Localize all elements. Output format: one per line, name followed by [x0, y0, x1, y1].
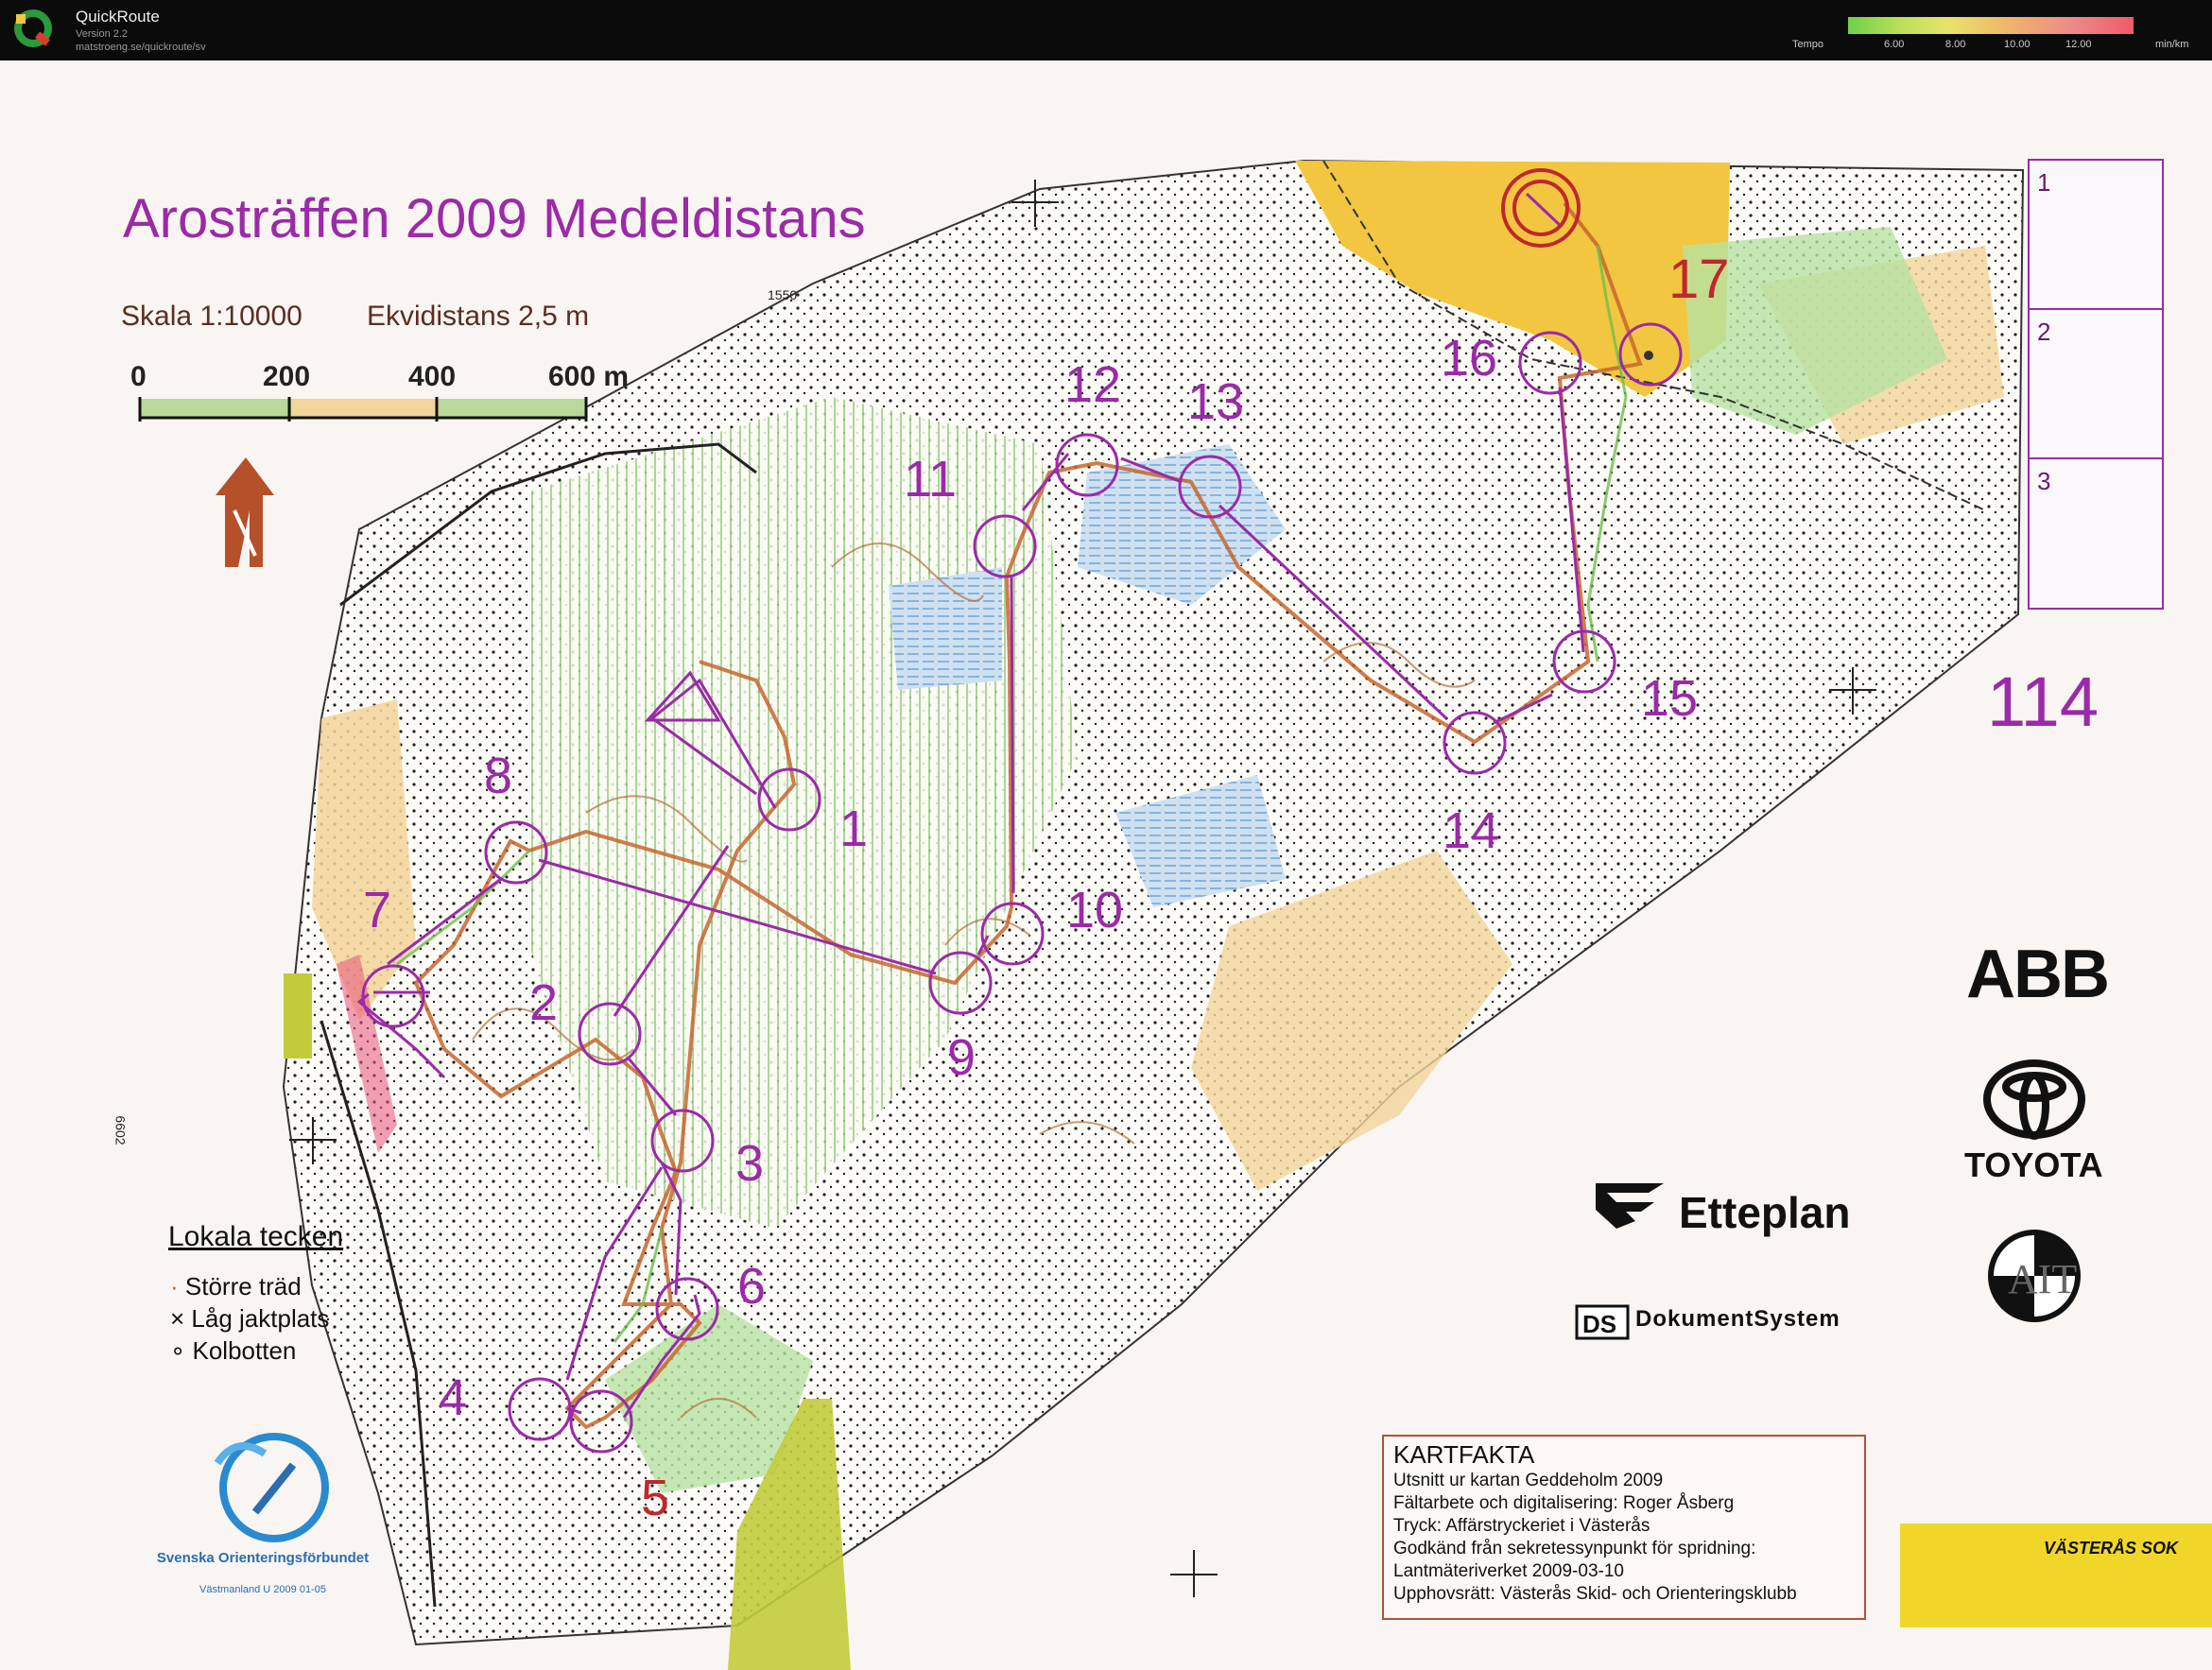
map-title: Arosträffen 2009 Medeldistans	[123, 188, 866, 250]
description-row: 3	[2030, 459, 2162, 606]
map-scale: Skala 1:10000	[121, 301, 302, 332]
map-facts-line: Utsnitt ur kartan Geddeholm 2009	[1393, 1471, 1664, 1490]
tempo-tick: 8.00	[1945, 39, 1966, 50]
scalebar-label: 0	[130, 361, 147, 392]
grid-label: 1550	[768, 287, 798, 302]
description-row-number: 3	[2037, 467, 2051, 495]
control-number[interactable]: 12	[1064, 355, 1121, 414]
vasteras-sok-logo-text: VÄSTERÅS SOK	[2044, 1539, 2179, 1558]
tempo-tick: 6.00	[1884, 39, 1905, 50]
tempo-unit: min/km	[2155, 39, 2189, 50]
sof-logo-icon	[214, 1433, 329, 1542]
parking-area	[284, 973, 312, 1059]
legend-item-label: Låg jaktplats	[191, 1304, 330, 1333]
course-number: 114	[1987, 663, 2099, 741]
map-facts-line: Upphovsrätt: Västerås Skid- och Orienter…	[1393, 1584, 1797, 1604]
scalebar-label: 600 m	[548, 361, 630, 392]
control-description-box: 1 2 3	[2028, 159, 2164, 610]
description-row: 1	[2030, 161, 2162, 310]
control-number[interactable]: 13	[1187, 372, 1244, 431]
map-facts-title: KARTFAKTA	[1393, 1440, 1535, 1469]
control-number[interactable]: 15	[1641, 669, 1698, 728]
control-number[interactable]: 7	[363, 881, 391, 939]
toyota-logo-icon	[1983, 1059, 2085, 1140]
map-equidistance: Ekvidistans 2,5 m	[367, 301, 590, 332]
map-facts-line: Godkänd från sekretessynpunkt för spridn…	[1393, 1539, 1756, 1558]
legend-marker-icon: ×	[170, 1304, 192, 1333]
tempo-tick: 10.00	[2004, 39, 2031, 50]
app-version: Version 2.2	[76, 28, 129, 40]
scalebar-label: 200	[263, 361, 311, 392]
description-row-number: 1	[2037, 168, 2051, 197]
control-number[interactable]: 3	[735, 1134, 764, 1193]
svg-text:DS: DS	[1582, 1310, 1616, 1338]
map-facts-line: Fältarbete och digitalisering: Roger Åsb…	[1393, 1493, 1735, 1513]
control-number[interactable]: 8	[484, 747, 512, 805]
control-number[interactable]: 17	[1668, 248, 1730, 311]
etteplan-logo-text: Etteplan	[1679, 1188, 1851, 1237]
control-number[interactable]: 11	[904, 450, 957, 508]
grid-label: 6602	[112, 1115, 129, 1145]
control-number[interactable]: 14	[1443, 801, 1499, 860]
legend-item-label: Större träd	[184, 1272, 302, 1300]
app-header: QuickRoute Version 2.2 matstroeng.se/qui…	[0, 0, 2212, 60]
legend-item: · Större träd	[170, 1272, 302, 1301]
north-arrow-icon	[216, 457, 274, 567]
toyota-logo-text: TOYOTA	[1964, 1145, 2103, 1184]
map-facts-line: Tryck: Affärstryckeriet i Västerås	[1393, 1516, 1650, 1536]
legend-marker-icon: ∘	[170, 1336, 193, 1365]
control-number[interactable]: 6	[737, 1257, 766, 1316]
scalebar-label: 400	[408, 361, 457, 392]
orienteering-map[interactable]: AIT DS	[0, 60, 2212, 1670]
etteplan-logo-icon	[1596, 1183, 1664, 1229]
ait-logo-icon: AIT	[1988, 1230, 2081, 1322]
dokumentsystem-logo-icon: DS	[1575, 1304, 1630, 1340]
app-url: matstroeng.se/quickroute/sv	[76, 42, 206, 53]
sof-logo-text: Svenska Orienteringsförbundet	[156, 1550, 370, 1566]
dokumentsystem-logo-text: DokumentSystem	[1635, 1306, 1840, 1332]
control-number[interactable]: 2	[529, 973, 558, 1032]
legend-item-label: Kolbotten	[192, 1336, 297, 1365]
svg-text:AIT: AIT	[2008, 1256, 2077, 1302]
control-number[interactable]: 9	[947, 1028, 976, 1087]
legend-title: Lokala tecken	[168, 1221, 344, 1252]
start-dot-icon	[1644, 351, 1653, 360]
tempo-label: Tempo	[1792, 39, 1824, 50]
scale-bar	[138, 397, 588, 422]
description-row: 2	[2030, 310, 2162, 459]
control-number[interactable]: 4	[439, 1369, 467, 1427]
quickroute-logo-icon	[14, 9, 52, 47]
tempo-color-scale	[1848, 17, 2134, 34]
legend-item: ∘ Kolbotten	[170, 1336, 296, 1366]
control-number[interactable]: 16	[1441, 329, 1497, 387]
legend-marker-icon: ·	[170, 1272, 185, 1300]
control-number[interactable]: 10	[1066, 881, 1123, 939]
app-name: QuickRoute	[76, 8, 160, 26]
control-number[interactable]: 5	[641, 1469, 669, 1527]
control-number[interactable]: 1	[839, 800, 868, 858]
sof-logo-subtext: Västmanland U 2009 01-05	[199, 1584, 326, 1595]
tempo-tick: 12.00	[2065, 39, 2092, 50]
description-row-number: 2	[2037, 318, 2051, 346]
map-facts-line: Lantmäteriverket 2009-03-10	[1393, 1561, 1624, 1581]
map-facts-box: KARTFAKTA Utsnitt ur kartan Geddeholm 20…	[1382, 1435, 1866, 1620]
legend-item: × Låg jaktplats	[170, 1304, 329, 1334]
abb-logo: ABB	[1966, 937, 2110, 1012]
